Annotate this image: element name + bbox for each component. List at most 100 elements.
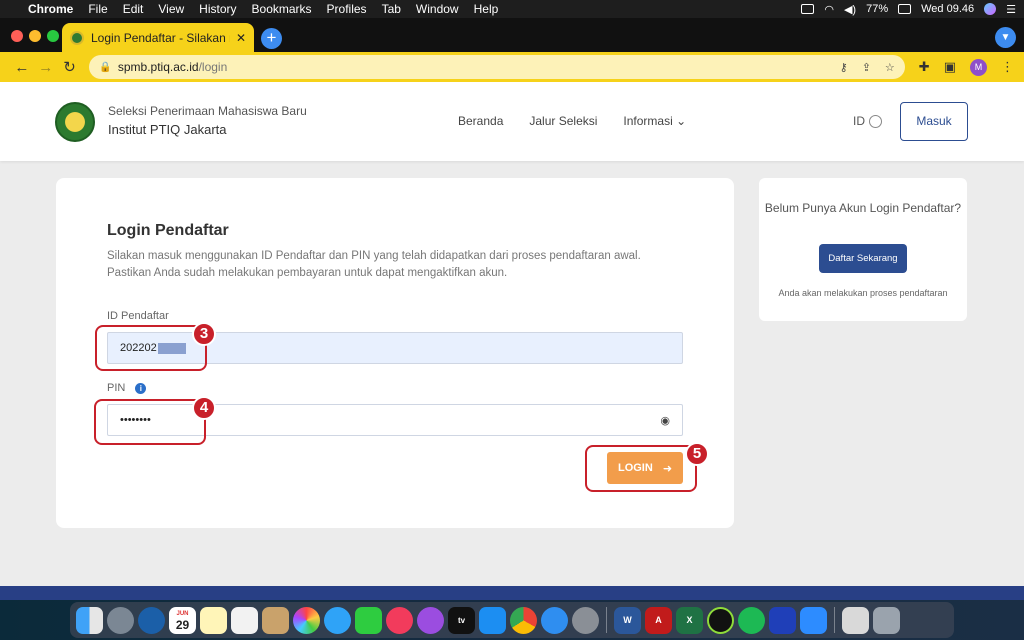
macos-dock: JUN 29 tv W A X	[70, 602, 954, 638]
system-preferences-icon[interactable]	[572, 606, 599, 634]
excel-icon[interactable]: X	[676, 606, 703, 634]
reload-icon[interactable]: ↻	[58, 58, 82, 76]
minimize-window-button[interactable]	[29, 30, 41, 42]
annotation-number-5: 5	[685, 442, 709, 466]
zoom-window-button[interactable]	[47, 30, 59, 42]
menu-status-area: ◠ ◀) 77% Wed 09.46 ☰	[801, 3, 1016, 16]
siri-icon[interactable]	[984, 3, 997, 15]
register-note: Anda akan melakukan proses pendaftaran	[778, 288, 948, 298]
close-window-button[interactable]	[11, 30, 23, 42]
menu-bookmarks[interactable]: Bookmarks	[252, 2, 312, 16]
bookmark-star-icon[interactable]: ☆	[885, 61, 895, 74]
podcasts-icon[interactable]	[417, 606, 444, 634]
finder-icon[interactable]	[76, 606, 103, 634]
desktop-wallpaper-strip: JUN 29 tv W A X	[0, 600, 1024, 640]
id-pendaftar-label: ID Pendaftar	[107, 310, 169, 322]
coda-icon[interactable]	[707, 606, 734, 634]
acrobat-icon[interactable]: A	[645, 606, 672, 634]
photos-icon[interactable]	[293, 606, 320, 634]
menu-tab[interactable]: Tab	[382, 2, 401, 16]
edge-icon[interactable]	[138, 606, 165, 634]
new-tab-button[interactable]: +	[261, 28, 282, 49]
volume-icon[interactable]: ◀)	[844, 3, 856, 16]
screen-record-icon[interactable]	[801, 4, 815, 14]
side-panel-icon[interactable]: ▣	[944, 59, 956, 75]
info-icon[interactable]: i	[135, 383, 147, 394]
chrome-menu-icon[interactable]: ⋮	[1001, 59, 1014, 75]
launchpad-icon[interactable]	[107, 606, 134, 634]
annotation-box-5	[585, 445, 697, 492]
active-tab[interactable]: Login Pendaftar - Silakan masu ✕	[62, 23, 254, 52]
trash-icon[interactable]	[873, 606, 900, 634]
brand-title: Institut PTIQ Jakarta	[108, 122, 227, 137]
reminders-icon[interactable]	[231, 606, 258, 634]
pin-label-row: PIN i	[107, 382, 147, 394]
battery-percent: 77%	[866, 3, 889, 15]
chevron-down-icon: ⌄	[676, 114, 687, 128]
music-icon[interactable]	[386, 606, 413, 634]
lock-icon[interactable]: 🔒	[99, 62, 111, 73]
macos-menu-bar: Chrome File Edit View History Bookmarks …	[0, 0, 1024, 18]
language-code: ID	[853, 114, 865, 128]
register-card: Belum Punya Akun Login Pendaftar? Daftar…	[759, 178, 967, 321]
downloads-stack-icon[interactable]	[842, 606, 869, 634]
back-icon[interactable]: ←	[10, 59, 34, 76]
spotify-icon[interactable]	[738, 606, 765, 634]
messages-icon[interactable]	[324, 606, 351, 634]
register-question: Belum Punya Akun Login Pendaftar?	[764, 201, 962, 215]
notebook-icon[interactable]	[262, 606, 289, 634]
clock[interactable]: Wed 09.46	[921, 3, 974, 15]
nav-jalur-seleksi[interactable]: Jalur Seleksi	[529, 114, 597, 128]
apple-tv-icon[interactable]: tv	[448, 606, 475, 634]
facetime-icon[interactable]	[355, 606, 382, 634]
key-icon[interactable]: ⚷	[840, 61, 848, 74]
menu-history[interactable]: History	[199, 2, 236, 16]
nav-beranda[interactable]: Beranda	[458, 114, 503, 128]
extensions-puzzle-icon[interactable]: ✚	[919, 59, 930, 75]
annotation-number-3: 3	[192, 322, 216, 346]
annotation-number-4: 4	[192, 396, 216, 420]
wifi-icon[interactable]: ◠	[824, 3, 834, 16]
battery-icon[interactable]	[898, 4, 912, 14]
vpn-icon[interactable]	[769, 606, 796, 634]
ptiq-logo[interactable]	[55, 102, 95, 142]
share-icon[interactable]: ⇪	[862, 61, 871, 74]
nav-informasi[interactable]: Informasi ⌄	[623, 114, 686, 128]
dock-separator	[606, 607, 607, 633]
profile-avatar[interactable]: M	[969, 58, 987, 76]
site-footer-bar	[0, 586, 1024, 600]
menu-edit[interactable]: Edit	[123, 2, 144, 16]
site-favicon-icon	[70, 30, 84, 45]
site-header: Seleksi Penerimaan Mahasiswa Baru Instit…	[0, 82, 1024, 161]
language-switcher[interactable]: ID	[853, 114, 882, 128]
address-bar[interactable]: 🔒 spmb.ptiq.ac.id/login ⚷ ⇪ ☆	[89, 55, 905, 79]
safari-icon[interactable]	[541, 606, 568, 634]
daftar-sekarang-button[interactable]: Daftar Sekarang	[819, 244, 907, 273]
menu-window[interactable]: Window	[416, 2, 459, 16]
word-icon[interactable]: W	[614, 606, 641, 634]
url-domain: spmb.ptiq.ac.id	[117, 60, 199, 74]
zoom-icon[interactable]	[800, 606, 827, 634]
forward-icon[interactable]: →	[34, 59, 58, 76]
calendar-icon[interactable]: JUN 29	[169, 606, 196, 634]
masuk-button[interactable]: Masuk	[900, 102, 968, 141]
browser-tab-strip: Login Pendaftar - Silakan masu ✕ + ▼	[0, 18, 1024, 52]
notes-icon[interactable]	[200, 606, 227, 634]
menu-view[interactable]: View	[158, 2, 184, 16]
pin-label: PIN	[107, 382, 126, 394]
tab-search-button[interactable]: ▼	[995, 27, 1016, 48]
control-center-icon[interactable]: ☰	[1006, 3, 1016, 16]
chrome-icon[interactable]	[510, 606, 537, 634]
annotation-box-3	[95, 325, 207, 371]
app-store-icon[interactable]	[479, 606, 506, 634]
brand-subtitle: Seleksi Penerimaan Mahasiswa Baru	[108, 104, 307, 118]
login-description: Silakan masuk menggunakan ID Pendaftar d…	[107, 250, 641, 279]
globe-icon	[869, 114, 882, 128]
menu-app-name[interactable]: Chrome	[28, 2, 73, 16]
tab-title: Login Pendaftar - Silakan masu	[91, 30, 230, 45]
close-tab-icon[interactable]: ✕	[236, 31, 246, 45]
menu-file[interactable]: File	[88, 2, 107, 16]
menu-help[interactable]: Help	[474, 2, 499, 16]
menu-profiles[interactable]: Profiles	[327, 2, 367, 16]
eye-slash-icon[interactable]: ◉	[660, 414, 670, 427]
